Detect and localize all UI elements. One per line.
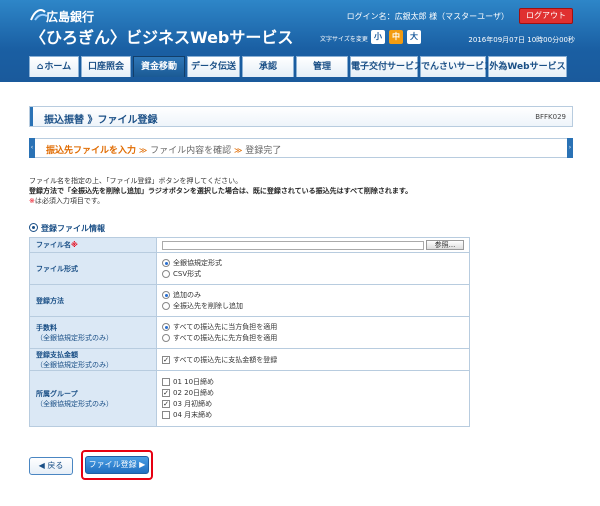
instructions: ファイル名を指定の上、「ファイル登録」ボタンを押してください。 登録方法で「全振…	[29, 176, 573, 206]
method-row: 登録方法 追加のみ 全振込先を削除し追加	[29, 284, 470, 317]
checkbox-checked-icon[interactable]: ✓	[162, 355, 170, 364]
group-row: 所属グループ （全銀協規定形式のみ） 01 10日締め ✓ 02 20日締め ✓ 03…	[29, 370, 470, 427]
tab-densai[interactable]: でんさいサービス	[420, 56, 493, 77]
login-name: ログイン名：広銀太郎 様（マスターユーザ）	[346, 12, 509, 21]
format-zengin-option[interactable]: 全銀協規定形式	[162, 258, 464, 269]
file-register-button[interactable]: ファイル登録 ▶	[85, 456, 149, 474]
browse-button[interactable]: 参照...	[426, 240, 464, 250]
step-separator: ≫	[234, 146, 243, 155]
checkbox-checked-icon[interactable]: ✓	[162, 389, 170, 397]
step-separator: ≫	[138, 146, 148, 155]
registration-form: ファイル名※ 参照... ファイル形式 全銀協規定形式 CSV形式 登録方法 追…	[29, 237, 470, 427]
file-format-cell: 全銀協規定形式 CSV形式	[156, 252, 470, 285]
fee-label: 手数料 （全銀協規定形式のみ）	[29, 316, 157, 349]
step-complete: 登録完了	[245, 146, 282, 156]
tab-data[interactable]: データ伝送	[187, 56, 240, 77]
group-option[interactable]: ✓ 02 20日締め	[162, 388, 464, 399]
steps-left-edge: ‹	[29, 138, 35, 158]
instruction-line-2: 登録方法で「全振込先を削除し追加」ラジオボタンを選択した場合は、既に登録されてい…	[29, 187, 413, 195]
screen-id: BFFK029	[535, 113, 566, 121]
tab-account[interactable]: 口座照会	[81, 56, 131, 77]
logout-button[interactable]: ログアウト	[519, 8, 573, 24]
file-format-label: ファイル形式	[29, 252, 157, 285]
method-add-option[interactable]: 追加のみ	[162, 290, 464, 301]
tab-approval[interactable]: 承認	[242, 56, 294, 77]
checkbox-checked-icon[interactable]: ✓	[162, 400, 170, 408]
amount-row: 登録支払金額 （全銀協規定形式のみ） ✓ すべての振込先に支払金額を登録	[29, 348, 470, 371]
amount-label: 登録支払金額 （全銀協規定形式のみ）	[29, 348, 157, 371]
font-size-large-button[interactable]: 大	[407, 30, 421, 44]
file-name-label: ファイル名※	[29, 237, 157, 253]
service-name: 〈ひろぎん〉ビジネスWebサービス	[30, 28, 294, 47]
page-title-bar: 振込振替 》ファイル登録 BFFK029	[29, 106, 573, 127]
font-size-label: 文字サイズを変更	[320, 36, 368, 43]
group-option[interactable]: ✓ 03 月初締め	[162, 399, 464, 410]
required-mark: ※	[71, 241, 78, 249]
back-button[interactable]: ◀ 戻る	[29, 457, 73, 475]
checkbox-icon[interactable]	[162, 378, 170, 386]
tab-transfer[interactable]: 資金移動	[133, 56, 185, 77]
tab-home[interactable]: ⌂ホーム	[29, 56, 79, 77]
instruction-line-3: ※は必須入力項目です。	[29, 197, 105, 205]
fee-theirs-option[interactable]: すべての振込先に先方負担を適用	[162, 333, 464, 344]
method-replace-option[interactable]: 全振込先を削除し追加	[162, 301, 464, 312]
font-size-medium-button[interactable]: 中	[389, 30, 403, 44]
tab-forex[interactable]: 外為Webサービス	[488, 56, 567, 77]
file-picker: 参照...	[162, 240, 464, 250]
steps-right-edge: ›	[567, 138, 573, 158]
radio-selected-icon[interactable]	[162, 323, 170, 331]
header: 広島銀行 〈ひろぎん〉ビジネスWebサービス ログイン名：広銀太郎 様（マスター…	[0, 0, 600, 82]
group-cell: 01 10日締め ✓ 02 20日締め ✓ 03 月初締め 04 月末締め	[156, 370, 470, 427]
step-confirm: ファイル内容を確認	[150, 146, 232, 156]
fee-row: 手数料 （全銀協規定形式のみ） すべての振込先に当方負担を適用 すべての振込先に先…	[29, 316, 470, 349]
radio-icon[interactable]	[162, 302, 170, 310]
datetime: 2016年09月07日 10時00分00秒	[468, 36, 575, 44]
radio-selected-icon[interactable]	[162, 259, 170, 267]
page-title: 振込振替 》ファイル登録	[44, 115, 158, 126]
amount-cell: ✓ すべての振込先に支払金額を登録	[156, 348, 470, 371]
fee-ours-option[interactable]: すべての振込先に当方負担を適用	[162, 322, 464, 333]
format-csv-option[interactable]: CSV形式	[162, 269, 464, 280]
main-nav: ⌂ホーム 口座照会 資金移動 データ伝送 承認 管理 電子交付サービス でんさい…	[29, 56, 573, 77]
file-name-row: ファイル名※ 参照...	[29, 237, 470, 253]
tab-management[interactable]: 管理	[296, 56, 348, 77]
tab-edelivery[interactable]: 電子交付サービス	[350, 56, 423, 77]
font-size-small-button[interactable]: 小	[371, 30, 385, 44]
steps-line: 振込先ファイルを入力 ≫ ファイル内容を確認 ≫ 登録完了	[46, 143, 281, 156]
instruction-line-1: ファイル名を指定の上、「ファイル登録」ボタンを押してください。	[29, 177, 243, 185]
file-name-input[interactable]	[162, 240, 424, 250]
step-current: 振込先ファイルを入力	[46, 146, 137, 156]
file-format-row: ファイル形式 全銀協規定形式 CSV形式	[29, 252, 470, 285]
section-heading: 登録ファイル情報	[29, 222, 105, 234]
bank-name: 広島銀行	[46, 10, 95, 24]
radio-icon[interactable]	[162, 270, 170, 278]
home-icon: ⌂	[36, 62, 44, 72]
group-option[interactable]: 04 月末締め	[162, 410, 464, 421]
section-bullet-icon	[29, 223, 38, 232]
checkbox-icon[interactable]	[162, 411, 170, 419]
radio-icon[interactable]	[162, 334, 170, 342]
title-marker	[30, 107, 33, 126]
group-label: 所属グループ （全銀協規定形式のみ）	[29, 370, 157, 427]
method-label: 登録方法	[29, 284, 157, 317]
method-cell: 追加のみ 全振込先を削除し追加	[156, 284, 470, 317]
fee-cell: すべての振込先に当方負担を適用 すべての振込先に先方負担を適用	[156, 316, 470, 349]
file-name-cell: 参照...	[156, 237, 470, 253]
group-option[interactable]: 01 10日締め	[162, 377, 464, 388]
radio-selected-icon[interactable]	[162, 291, 170, 299]
step-indicator: ‹ 振込先ファイルを入力 ≫ ファイル内容を確認 ≫ 登録完了 ›	[29, 138, 573, 158]
amount-option[interactable]: ✓ すべての振込先に支払金額を登録	[162, 354, 464, 365]
